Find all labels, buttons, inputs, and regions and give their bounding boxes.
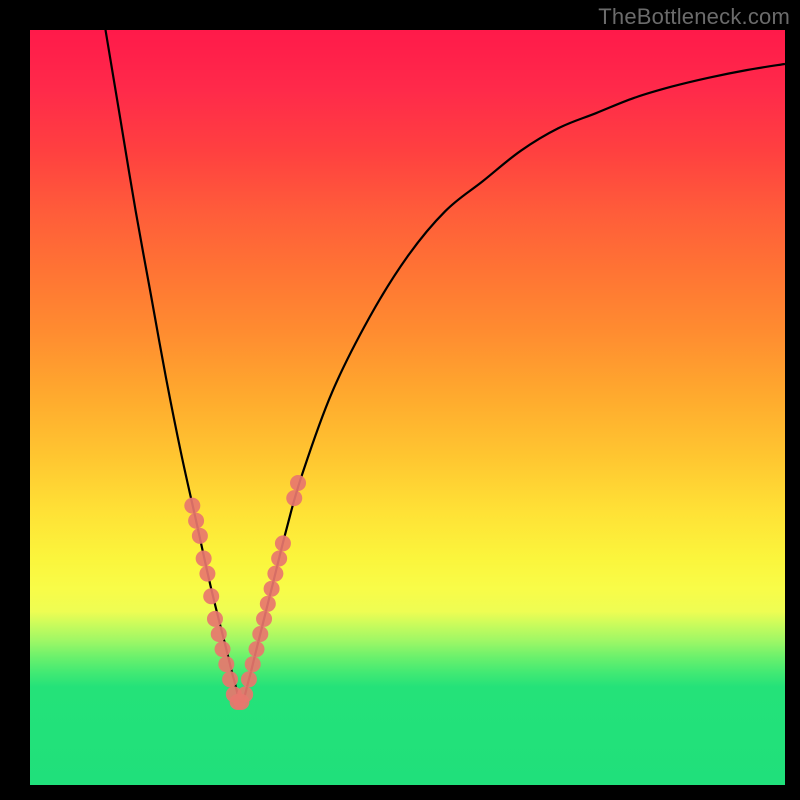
bottleneck-marker <box>196 551 212 567</box>
bottleneck-marker <box>222 671 238 687</box>
bottleneck-marker <box>290 475 306 491</box>
bottleneck-markers-group <box>184 475 306 710</box>
bottleneck-marker <box>207 611 223 627</box>
bottleneck-marker <box>241 671 257 687</box>
bottleneck-marker <box>199 566 215 582</box>
bottleneck-marker <box>264 581 280 597</box>
bottleneck-marker <box>260 596 276 612</box>
chart-stage: TheBottleneck.com <box>0 0 800 800</box>
bottleneck-marker <box>237 686 253 702</box>
bottleneck-marker <box>275 535 291 551</box>
bottleneck-marker <box>218 656 234 672</box>
curve-layer <box>30 30 785 785</box>
bottleneck-marker <box>192 528 208 544</box>
plot-area <box>30 30 785 785</box>
bottleneck-marker <box>271 551 287 567</box>
bottleneck-marker <box>267 566 283 582</box>
watermark-text: TheBottleneck.com <box>598 4 790 30</box>
bottleneck-marker <box>184 498 200 514</box>
bottleneck-marker <box>188 513 204 529</box>
bottleneck-marker <box>256 611 272 627</box>
bottleneck-marker <box>203 588 219 604</box>
bottleneck-marker <box>215 641 231 657</box>
bottleneck-marker <box>249 641 265 657</box>
bottleneck-marker <box>211 626 227 642</box>
bottleneck-marker <box>245 656 261 672</box>
bottleneck-marker <box>286 490 302 506</box>
bottleneck-marker <box>252 626 268 642</box>
